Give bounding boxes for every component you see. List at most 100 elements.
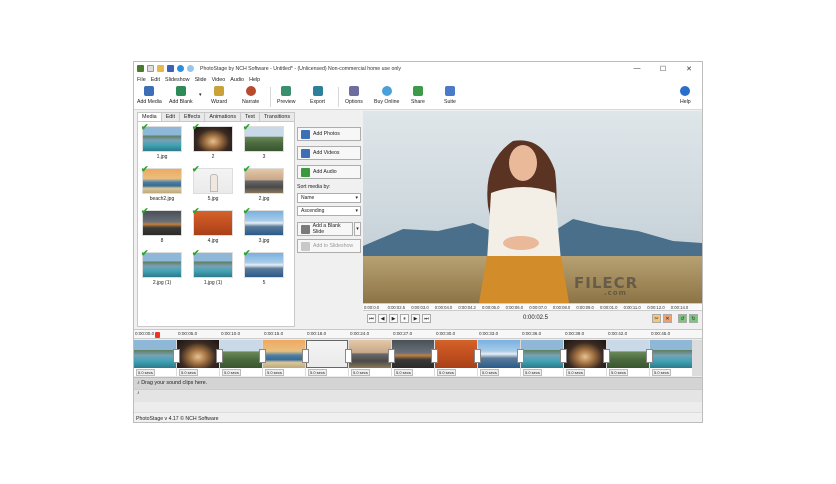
transition-marker[interactable] [603,349,610,363]
media-thumbnail[interactable]: ✔ 5 [243,249,284,286]
transition-marker[interactable] [259,349,266,363]
share-button[interactable]: Share [411,86,425,105]
preview-button[interactable]: Preview [277,86,295,105]
add-audio-button[interactable]: Add Audio [297,165,361,179]
tab-edit[interactable]: Edit [160,112,180,121]
clip-duration[interactable]: 5.0 secs [179,369,198,376]
transition-marker[interactable] [474,349,481,363]
clip-duration[interactable]: 5.0 secs [394,369,413,376]
transition-marker[interactable] [302,349,309,363]
clip-duration[interactable]: 5.0 secs [136,369,155,376]
clip-duration[interactable]: 5.0 secs [437,369,456,376]
audio-track[interactable]: ♪ Drag your sound clips here. [134,377,702,389]
media-thumbnail[interactable]: ✔ 2 [192,123,233,160]
media-thumbnail[interactable]: ✔ 1.jpg (1) [192,249,233,286]
clip-duration[interactable]: 5.0 secs [265,369,284,376]
tab-text[interactable]: Text [240,112,260,121]
menu-edit[interactable]: Edit [151,77,160,83]
tab-animations[interactable]: Animations [204,112,242,121]
timeline-clip[interactable]: 5.0 secs [435,340,477,376]
timeline-clip[interactable]: 5.0 secs [607,340,649,376]
add-videos-button[interactable]: Add Videos [297,146,361,160]
add-blank-button[interactable]: Add Blank [169,86,193,105]
narrate-button[interactable]: Narrate [242,86,259,105]
tab-media[interactable]: Media [137,112,162,121]
undo-icon[interactable] [177,65,184,72]
transition-marker[interactable] [388,349,395,363]
options-button[interactable]: Options [345,86,363,105]
sort-by-select[interactable]: Name ▾ [297,193,361,203]
audio-track-2[interactable]: ♪ [134,389,702,402]
step-back-button[interactable]: ◀ [378,314,387,323]
timeline-clip[interactable]: 5.0 secs [306,340,348,376]
save-icon[interactable] [167,65,174,72]
clip-duration[interactable]: 5.0 secs [480,369,499,376]
media-thumbnail[interactable]: ✔ 5.jpg [192,165,233,202]
media-thumbnail[interactable]: ✔ 4.jpg [192,207,233,244]
transition-marker[interactable] [431,349,438,363]
timeline-clip[interactable]: 5.0 secs [564,340,606,376]
media-thumbnail[interactable]: ✔ 1.jpg [141,123,182,160]
timeline-clip[interactable]: 5.0 secs [220,340,262,376]
clip-duration[interactable]: 5.0 secs [523,369,542,376]
media-thumbnail[interactable]: ✔ beach2.jpg [141,165,182,202]
redo-icon[interactable] [187,65,194,72]
transition-marker[interactable] [517,349,524,363]
add-blank-slide-dropdown[interactable]: ▾ [354,222,361,236]
sort-order-select[interactable]: Ascending ▾ [297,206,361,216]
media-thumbnail[interactable]: ✔ 3.jpg [243,207,284,244]
buy-online-button[interactable]: Buy Online [374,86,399,105]
transition-marker[interactable] [345,349,352,363]
clip-duration[interactable]: 5.0 secs [609,369,628,376]
transition-marker[interactable] [173,349,180,363]
timeline-clip[interactable]: 5.0 secs [177,340,219,376]
add-blank-dropdown[interactable]: ▾ [199,92,202,98]
clip-duration[interactable]: 5.0 secs [652,369,671,376]
transition-marker[interactable] [560,349,567,363]
media-thumbnail[interactable]: ✔ 8 [141,207,182,244]
timeline-clip[interactable]: 5.0 secs [263,340,305,376]
timeline-clip[interactable]: 5.0 secs [650,340,692,376]
menu-video[interactable]: Video [212,77,226,83]
open-icon[interactable] [157,65,164,72]
clip-duration[interactable]: 5.0 secs [566,369,585,376]
suite-button[interactable]: Suite [444,86,456,105]
add-blank-slide-button[interactable]: Add a Blank Slide [297,222,353,236]
add-to-slideshow-button[interactable]: Add to Slideshow [297,239,361,253]
clip-duration[interactable]: 5.0 secs [351,369,370,376]
timeline-clip[interactable]: 5.0 secs [521,340,563,376]
close-button[interactable]: ✕ [676,62,702,75]
timeline-clip[interactable]: 5.0 secs [134,340,176,376]
crop-button[interactable]: ✂ [652,314,661,323]
transition-marker[interactable] [646,349,653,363]
media-thumbnail[interactable]: ✔ 2.jpg (1) [141,249,182,286]
menu-file[interactable]: File [137,77,146,83]
menu-audio[interactable]: Audio [230,77,244,83]
help-button[interactable]: Help [680,86,691,105]
timeline-clip[interactable]: 5.0 secs [349,340,391,376]
play-button[interactable]: ▶ [389,314,398,323]
new-icon[interactable] [147,65,154,72]
rotate-left-button[interactable]: ↺ [678,314,687,323]
media-thumbnail[interactable]: ✔ 3 [243,123,284,160]
export-button[interactable]: Export [310,86,325,105]
step-forward-button[interactable]: ▶ [411,314,420,323]
effect-button[interactable]: ✕ [663,314,672,323]
media-thumbnail[interactable]: ✔ 2.jpg [243,165,284,202]
add-photos-button[interactable]: Add Photos [297,127,361,141]
clip-duration[interactable]: 5.0 secs [222,369,241,376]
timeline-clip[interactable]: 5.0 secs [392,340,434,376]
clip-duration[interactable]: 5.0 secs [308,369,327,376]
skip-start-button[interactable]: ⏮ [367,314,376,323]
minimize-button[interactable]: — [624,62,650,75]
tab-effects[interactable]: Effects [178,112,206,121]
transition-marker[interactable] [216,349,223,363]
menu-slide[interactable]: Slide [195,77,207,83]
timeline-clip[interactable]: 5.0 secs [478,340,520,376]
menu-slideshow[interactable]: Slideshow [165,77,190,83]
rotate-right-button[interactable]: ↻ [689,314,698,323]
add-media-button[interactable]: Add Media [137,86,162,105]
menu-help[interactable]: Help [249,77,260,83]
playhead[interactable] [155,332,160,338]
wizard-button[interactable]: Wizard [211,86,227,105]
